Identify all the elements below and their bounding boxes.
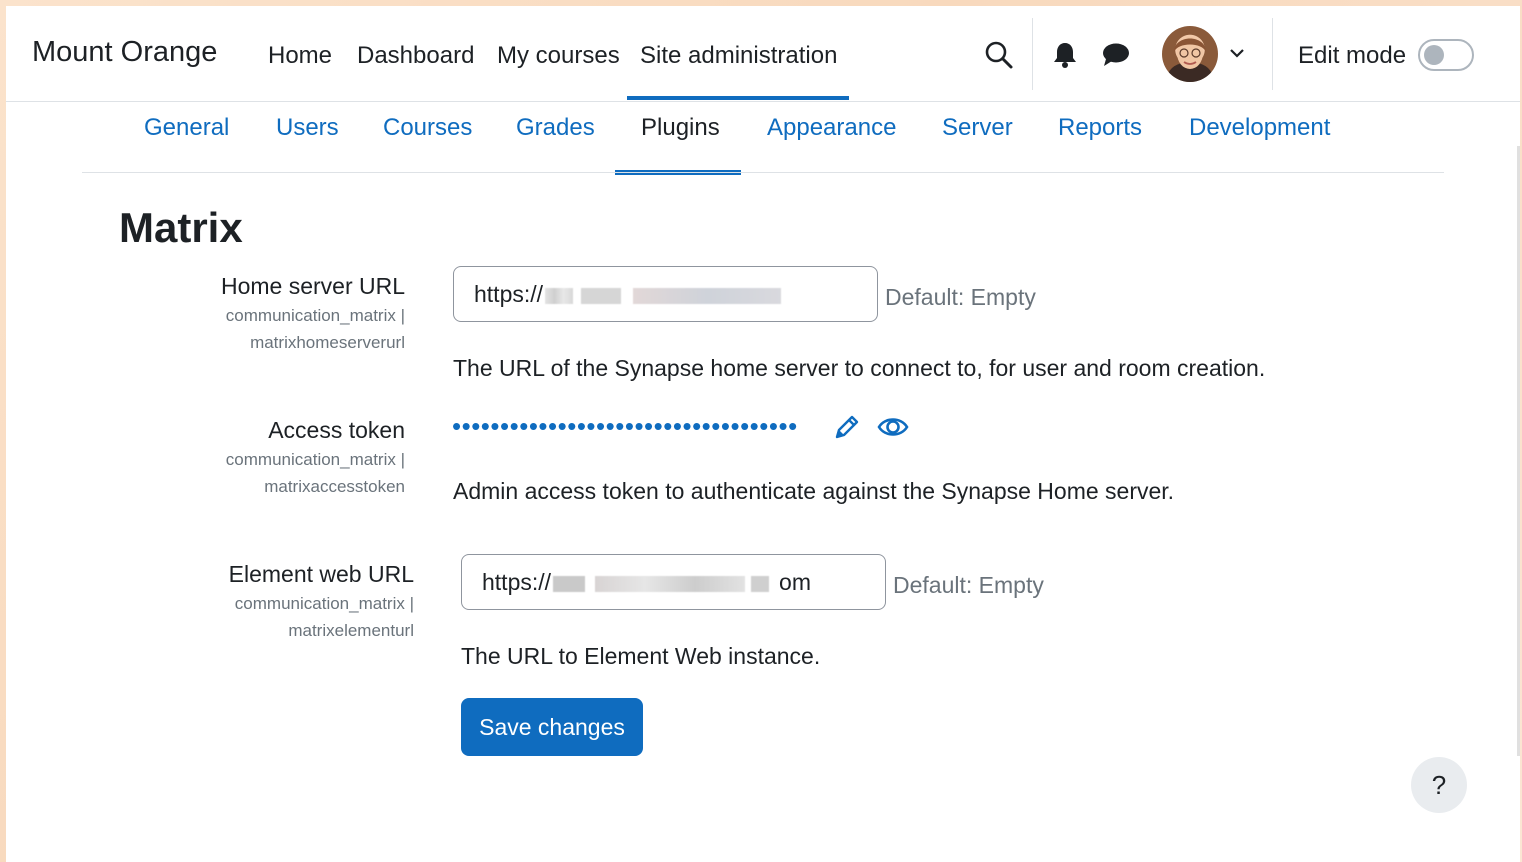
nav-active-indicator (627, 96, 849, 100)
element-web-key: communication_matrix | matrixelementurl (164, 590, 414, 644)
tab-general[interactable]: General (144, 114, 229, 142)
element-web-url-input[interactable]: https:// om (461, 554, 886, 610)
tab-development[interactable]: Development (1189, 114, 1330, 142)
save-changes-button[interactable]: Save changes (461, 698, 643, 756)
home-server-description: The URL of the Synapse home server to co… (453, 355, 1266, 381)
home-server-url-input[interactable]: https:// (453, 266, 878, 322)
edit-mode-label: Edit mode (1298, 42, 1407, 69)
chevron-down-icon[interactable] (1228, 46, 1246, 65)
element-web-description: The URL to Element Web instance. (461, 643, 821, 669)
access-token-description: Admin access token to authenticate again… (453, 478, 1175, 504)
tab-appearance[interactable]: Appearance (767, 114, 896, 142)
bell-icon[interactable] (1052, 41, 1078, 74)
tab-users[interactable]: Users (276, 114, 339, 142)
edit-mode-toggle[interactable] (1418, 39, 1474, 71)
scrollbar[interactable] (1517, 146, 1520, 756)
nav-dashboard[interactable]: Dashboard (357, 42, 474, 70)
nav-my-courses[interactable]: My courses (497, 42, 620, 70)
page-title: Matrix (119, 204, 243, 251)
home-server-default: Default: Empty (885, 284, 1036, 310)
setting-key-line: matrixelementurl (288, 621, 414, 640)
redacted-text (553, 575, 586, 592)
chat-icon[interactable] (1101, 42, 1131, 73)
element-web-label: Element web URL (228, 561, 414, 587)
tab-server[interactable]: Server (942, 114, 1013, 142)
header-divider (82, 172, 1444, 173)
redacted-text (595, 575, 746, 592)
tab-plugins[interactable]: Plugins (641, 114, 720, 142)
home-server-key: communication_matrix | matrixhomeserveru… (156, 302, 405, 356)
input-value: https:// (482, 569, 552, 595)
setting-key-line: communication_matrix | (234, 594, 414, 613)
navbar-divider (1272, 18, 1273, 90)
access-token-label: Access token (268, 417, 405, 443)
search-icon[interactable] (984, 40, 1014, 75)
navbar-divider (1032, 18, 1033, 90)
redacted-text (545, 287, 574, 304)
redacted-text (633, 287, 782, 304)
tab-reports[interactable]: Reports (1058, 114, 1142, 142)
setting-key-line: communication_matrix | (225, 450, 405, 469)
tab-courses[interactable]: Courses (383, 114, 472, 142)
top-navbar: Mount Orange Home Dashboard My courses S… (6, 6, 1520, 102)
setting-key-line: communication_matrix | (225, 306, 405, 325)
setting-key-line: matrixaccesstoken (264, 477, 405, 496)
redacted-text (751, 575, 770, 592)
browser-viewport: Mount Orange Home Dashboard My courses S… (6, 6, 1520, 862)
eye-icon[interactable] (877, 414, 909, 445)
access-token-masked[interactable]: •••••••••••••••••••••••••••••••••••• (452, 411, 798, 441)
help-button[interactable]: ? (1411, 757, 1467, 813)
input-value: om (779, 569, 811, 595)
nav-site-administration[interactable]: Site administration (640, 42, 837, 70)
site-brand[interactable]: Mount Orange (32, 36, 217, 69)
toggle-knob (1424, 45, 1444, 65)
access-token-key: communication_matrix | matrixaccesstoken (156, 446, 405, 500)
redacted-text (581, 287, 622, 304)
setting-key-line: matrixhomeserverurl (250, 333, 405, 352)
nav-home[interactable]: Home (268, 42, 332, 70)
home-server-label: Home server URL (220, 273, 405, 299)
input-value: https:// (474, 281, 544, 307)
tab-grades[interactable]: Grades (516, 114, 595, 142)
pencil-icon[interactable] (833, 413, 861, 446)
element-web-default: Default: Empty (893, 572, 1044, 598)
avatar[interactable] (1162, 26, 1218, 82)
